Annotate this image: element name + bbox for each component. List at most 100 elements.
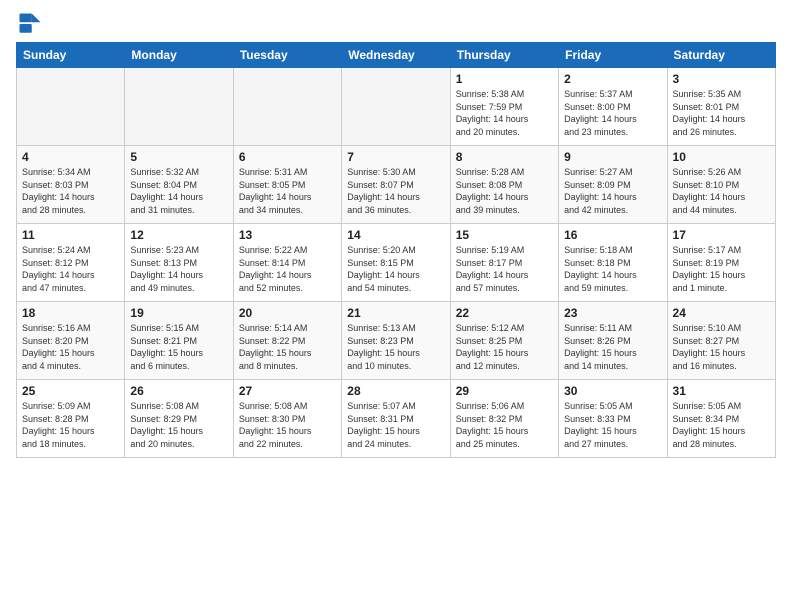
day-info: Sunrise: 5:07 AM Sunset: 8:31 PM Dayligh…	[347, 400, 444, 450]
calendar-cell: 26 Sunrise: 5:08 AM Sunset: 8:29 PM Dayli…	[125, 380, 233, 458]
header	[16, 10, 776, 38]
day-info: Sunrise: 5:10 AM Sunset: 8:27 PM Dayligh…	[673, 322, 770, 372]
weekday-header-friday: Friday	[559, 43, 667, 68]
day-number: 22	[456, 306, 553, 320]
day-number: 30	[564, 384, 661, 398]
calendar-cell: 7 Sunrise: 5:30 AM Sunset: 8:07 PM Daylig…	[342, 146, 450, 224]
day-info: Sunrise: 5:05 AM Sunset: 8:34 PM Dayligh…	[673, 400, 770, 450]
calendar-cell: 17Sunrise: 5:17 AM Sunset: 8:19 PM Dayli…	[667, 224, 775, 302]
day-info: Sunrise: 5:32 AM Sunset: 8:04 PM Dayligh…	[130, 166, 227, 216]
day-info: Sunrise: 5:30 AM Sunset: 8:07 PM Dayligh…	[347, 166, 444, 216]
day-info: Sunrise: 5:08 AM Sunset: 8:30 PM Dayligh…	[239, 400, 336, 450]
day-number: 23	[564, 306, 661, 320]
page-container: SundayMondayTuesdayWednesdayThursdayFrid…	[0, 0, 792, 468]
weekday-header-thursday: Thursday	[450, 43, 558, 68]
weekday-header-monday: Monday	[125, 43, 233, 68]
weekday-header-sunday: Sunday	[17, 43, 125, 68]
calendar-cell: 9 Sunrise: 5:27 AM Sunset: 8:09 PM Daylig…	[559, 146, 667, 224]
day-number: 25	[22, 384, 119, 398]
day-number: 16	[564, 228, 661, 242]
calendar-cell: 10Sunrise: 5:26 AM Sunset: 8:10 PM Dayli…	[667, 146, 775, 224]
calendar-cell: 27 Sunrise: 5:08 AM Sunset: 8:30 PM Dayli…	[233, 380, 341, 458]
day-info: Sunrise: 5:18 AM Sunset: 8:18 PM Dayligh…	[564, 244, 661, 294]
day-info: Sunrise: 5:37 AM Sunset: 8:00 PM Dayligh…	[564, 88, 661, 138]
day-info: Sunrise: 5:24 AM Sunset: 8:12 PM Dayligh…	[22, 244, 119, 294]
day-number: 1	[456, 72, 553, 86]
day-info: Sunrise: 5:06 AM Sunset: 8:32 PM Dayligh…	[456, 400, 553, 450]
calendar-week-row: 11 Sunrise: 5:24 AM Sunset: 8:12 PM Dayli…	[17, 224, 776, 302]
day-info: Sunrise: 5:34 AM Sunset: 8:03 PM Dayligh…	[22, 166, 119, 216]
calendar-cell	[17, 68, 125, 146]
day-info: Sunrise: 5:08 AM Sunset: 8:29 PM Dayligh…	[130, 400, 227, 450]
day-number: 4	[22, 150, 119, 164]
day-info: Sunrise: 5:19 AM Sunset: 8:17 PM Dayligh…	[456, 244, 553, 294]
day-info: Sunrise: 5:09 AM Sunset: 8:28 PM Dayligh…	[22, 400, 119, 450]
day-info: Sunrise: 5:05 AM Sunset: 8:33 PM Dayligh…	[564, 400, 661, 450]
calendar-cell: 14Sunrise: 5:20 AM Sunset: 8:15 PM Dayli…	[342, 224, 450, 302]
day-number: 20	[239, 306, 336, 320]
calendar-cell: 23 Sunrise: 5:11 AM Sunset: 8:26 PM Dayli…	[559, 302, 667, 380]
calendar-cell	[233, 68, 341, 146]
day-info: Sunrise: 5:16 AM Sunset: 8:20 PM Dayligh…	[22, 322, 119, 372]
calendar-cell: 20Sunrise: 5:14 AM Sunset: 8:22 PM Dayli…	[233, 302, 341, 380]
calendar-week-row: 1 Sunrise: 5:38 AM Sunset: 7:59 PM Daylig…	[17, 68, 776, 146]
calendar-cell: 12 Sunrise: 5:23 AM Sunset: 8:13 PM Dayli…	[125, 224, 233, 302]
calendar-cell: 30 Sunrise: 5:05 AM Sunset: 8:33 PM Dayli…	[559, 380, 667, 458]
day-number: 8	[456, 150, 553, 164]
day-number: 17	[673, 228, 770, 242]
day-info: Sunrise: 5:11 AM Sunset: 8:26 PM Dayligh…	[564, 322, 661, 372]
day-number: 27	[239, 384, 336, 398]
day-number: 21	[347, 306, 444, 320]
calendar-cell: 4 Sunrise: 5:34 AM Sunset: 8:03 PM Daylig…	[17, 146, 125, 224]
day-info: Sunrise: 5:13 AM Sunset: 8:23 PM Dayligh…	[347, 322, 444, 372]
day-number: 15	[456, 228, 553, 242]
calendar-cell: 29Sunrise: 5:06 AM Sunset: 8:32 PM Dayli…	[450, 380, 558, 458]
logo	[16, 10, 48, 38]
calendar-week-row: 18 Sunrise: 5:16 AM Sunset: 8:20 PM Dayli…	[17, 302, 776, 380]
day-info: Sunrise: 5:28 AM Sunset: 8:08 PM Dayligh…	[456, 166, 553, 216]
calendar-cell: 3 Sunrise: 5:35 AM Sunset: 8:01 PM Daylig…	[667, 68, 775, 146]
calendar-cell: 22Sunrise: 5:12 AM Sunset: 8:25 PM Dayli…	[450, 302, 558, 380]
day-number: 7	[347, 150, 444, 164]
day-info: Sunrise: 5:31 AM Sunset: 8:05 PM Dayligh…	[239, 166, 336, 216]
calendar-cell: 25 Sunrise: 5:09 AM Sunset: 8:28 PM Dayli…	[17, 380, 125, 458]
calendar-cell	[125, 68, 233, 146]
weekday-header-saturday: Saturday	[667, 43, 775, 68]
day-info: Sunrise: 5:23 AM Sunset: 8:13 PM Dayligh…	[130, 244, 227, 294]
calendar-cell: 19 Sunrise: 5:15 AM Sunset: 8:21 PM Dayli…	[125, 302, 233, 380]
calendar-cell	[342, 68, 450, 146]
day-number: 11	[22, 228, 119, 242]
calendar-cell: 24Sunrise: 5:10 AM Sunset: 8:27 PM Dayli…	[667, 302, 775, 380]
day-number: 31	[673, 384, 770, 398]
day-number: 3	[673, 72, 770, 86]
day-info: Sunrise: 5:38 AM Sunset: 7:59 PM Dayligh…	[456, 88, 553, 138]
calendar-cell: 13Sunrise: 5:22 AM Sunset: 8:14 PM Dayli…	[233, 224, 341, 302]
calendar-cell: 16 Sunrise: 5:18 AM Sunset: 8:18 PM Dayli…	[559, 224, 667, 302]
calendar-cell: 5 Sunrise: 5:32 AM Sunset: 8:04 PM Daylig…	[125, 146, 233, 224]
weekday-header-tuesday: Tuesday	[233, 43, 341, 68]
day-number: 19	[130, 306, 227, 320]
calendar-cell: 2 Sunrise: 5:37 AM Sunset: 8:00 PM Daylig…	[559, 68, 667, 146]
calendar-cell: 18 Sunrise: 5:16 AM Sunset: 8:20 PM Dayli…	[17, 302, 125, 380]
calendar-cell: 1 Sunrise: 5:38 AM Sunset: 7:59 PM Daylig…	[450, 68, 558, 146]
day-info: Sunrise: 5:35 AM Sunset: 8:01 PM Dayligh…	[673, 88, 770, 138]
day-info: Sunrise: 5:26 AM Sunset: 8:10 PM Dayligh…	[673, 166, 770, 216]
day-number: 2	[564, 72, 661, 86]
weekday-header-row: SundayMondayTuesdayWednesdayThursdayFrid…	[17, 43, 776, 68]
day-info: Sunrise: 5:27 AM Sunset: 8:09 PM Dayligh…	[564, 166, 661, 216]
calendar-cell: 28Sunrise: 5:07 AM Sunset: 8:31 PM Dayli…	[342, 380, 450, 458]
day-number: 26	[130, 384, 227, 398]
calendar-cell: 21 Sunrise: 5:13 AM Sunset: 8:23 PM Dayli…	[342, 302, 450, 380]
calendar-table: SundayMondayTuesdayWednesdayThursdayFrid…	[16, 42, 776, 458]
calendar-cell: 11 Sunrise: 5:24 AM Sunset: 8:12 PM Dayli…	[17, 224, 125, 302]
day-number: 6	[239, 150, 336, 164]
day-number: 12	[130, 228, 227, 242]
weekday-header-wednesday: Wednesday	[342, 43, 450, 68]
day-number: 9	[564, 150, 661, 164]
calendar-cell: 15 Sunrise: 5:19 AM Sunset: 8:17 PM Dayli…	[450, 224, 558, 302]
day-number: 5	[130, 150, 227, 164]
day-info: Sunrise: 5:15 AM Sunset: 8:21 PM Dayligh…	[130, 322, 227, 372]
day-number: 14	[347, 228, 444, 242]
calendar-cell: 31 Sunrise: 5:05 AM Sunset: 8:34 PM Dayli…	[667, 380, 775, 458]
day-number: 18	[22, 306, 119, 320]
